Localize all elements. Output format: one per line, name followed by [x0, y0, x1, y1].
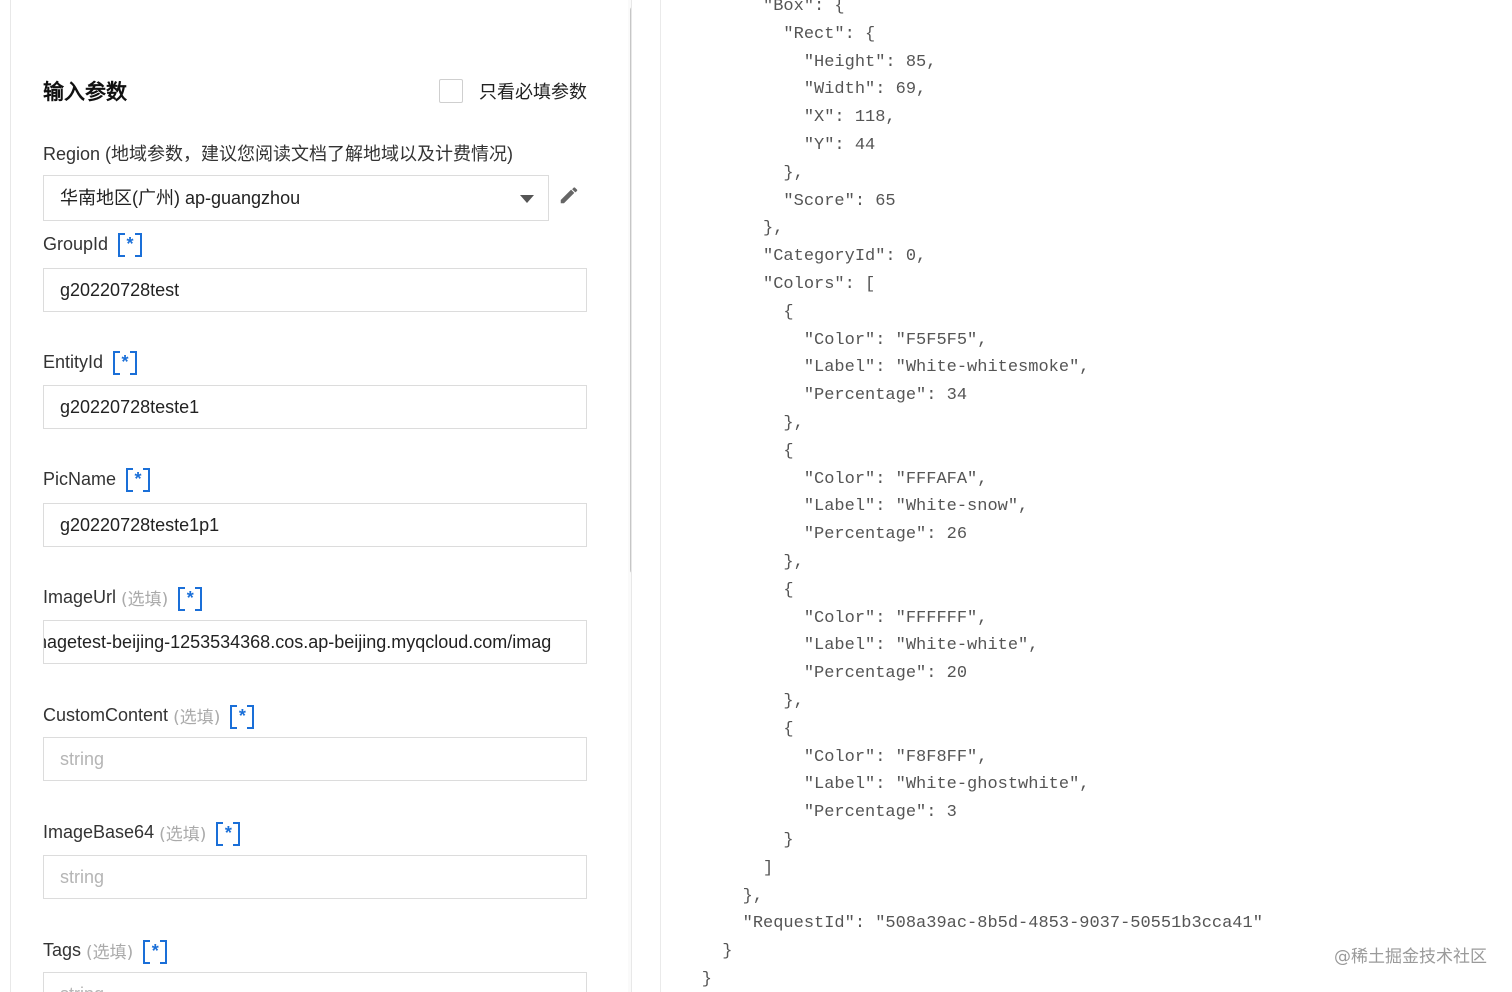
tags-input[interactable]: string	[43, 972, 587, 992]
field-name: PicName	[43, 468, 117, 489]
json-line: "Percentage": 34	[661, 386, 968, 406]
entityid-label: EntityId *	[43, 351, 138, 375]
json-line: "Label": "White-whitesmoke",	[661, 358, 1090, 378]
json-line: ]	[661, 858, 774, 878]
json-line: }	[661, 969, 713, 989]
required-only-toggle[interactable]: 只看必填参数	[439, 78, 587, 104]
field-name: Tags	[43, 940, 82, 960]
optional-tag: (选填)	[121, 590, 169, 610]
json-line: "Percentage": 3	[661, 803, 957, 823]
json-line: "Percentage": 20	[661, 664, 968, 684]
json-line: "Y": 44	[661, 135, 876, 155]
json-line: {	[661, 580, 794, 600]
json-line: "Score": 65	[661, 191, 896, 211]
region-select[interactable]: 华南地区(广州) ap-guangzhou	[43, 175, 549, 221]
json-line: },	[661, 163, 804, 183]
field-name: ImageBase64	[43, 822, 155, 842]
picname-input[interactable]: g20220728teste1p1	[43, 503, 587, 547]
json-line: "Percentage": 26	[661, 525, 968, 545]
json-line: "Color": "FFFAFA",	[661, 469, 988, 489]
json-line: "Color": "FFFFFF",	[661, 608, 988, 628]
json-line: },	[661, 691, 804, 711]
required-marker-icon[interactable]: *	[216, 821, 241, 846]
field-name: ImageUrl	[43, 587, 117, 607]
json-line: {	[661, 441, 794, 461]
json-line: {	[661, 302, 794, 322]
imagebase64-label: ImageBase64 (选填) *	[43, 820, 241, 846]
chevron-down-icon	[520, 195, 534, 203]
input-params-panel: 输入参数 只看必填参数 Region (地域参数，建议您阅读文档了解地域以及计费…	[10, 0, 632, 992]
picname-label: PicName *	[43, 468, 151, 492]
optional-tag: (选填)	[159, 825, 207, 845]
required-marker-icon[interactable]: *	[118, 233, 143, 257]
json-line: },	[661, 413, 804, 433]
field-name: CustomContent	[43, 705, 169, 725]
groupid-label: GroupId *	[43, 233, 143, 257]
json-line: }	[661, 830, 794, 850]
json-line: "RequestId": "508a39ac-8b5d-4853-9037-50…	[661, 914, 1263, 934]
json-line: "CategoryId": 0,	[661, 247, 927, 267]
scrollbar-thumb[interactable]	[630, 6, 631, 574]
field-name: EntityId	[43, 351, 104, 372]
groupid-input[interactable]: g20220728test	[43, 268, 587, 312]
panel-title: 输入参数	[43, 80, 127, 104]
pencil-icon[interactable]	[558, 184, 580, 206]
json-line: },	[661, 219, 784, 239]
optional-tag: (选填)	[173, 708, 221, 728]
json-code-block: "Box": { "Rect": { "Height": 85, "Width"…	[661, 0, 1263, 992]
response-json-panel: "Box": { "Rect": { "Height": 85, "Width"…	[660, 0, 1512, 992]
watermark: @稀土掘金技术社区	[1334, 947, 1487, 967]
optional-tag: (选填)	[86, 943, 134, 963]
required-marker-icon[interactable]: *	[230, 704, 255, 729]
customcontent-label: CustomContent (选填) *	[43, 703, 255, 729]
customcontent-input[interactable]: string	[43, 737, 587, 781]
json-line: "X": 118,	[661, 108, 896, 128]
json-line: "Colors": [	[661, 274, 876, 294]
region-select-value: 华南地区(广州) ap-guangzhou	[60, 188, 301, 208]
entityid-input[interactable]: g20220728teste1	[43, 385, 587, 429]
required-marker-icon[interactable]: *	[178, 586, 203, 611]
imageurl-label: ImageUrl (选填) *	[43, 585, 203, 611]
required-only-label: 只看必填参数	[479, 82, 587, 103]
required-marker-icon[interactable]: *	[143, 939, 168, 964]
json-line: "Width": 69,	[661, 80, 927, 100]
json-line: {	[661, 719, 794, 739]
tags-label: Tags (选填) *	[43, 938, 168, 964]
json-line: },	[661, 886, 764, 906]
required-marker-icon[interactable]: *	[126, 468, 151, 492]
json-line: "Rect": {	[661, 24, 876, 44]
json-line: "Label": "White-snow",	[661, 497, 1029, 517]
json-line: },	[661, 552, 804, 572]
region-label: Region (地域参数，建议您阅读文档了解地域以及计费情况)	[43, 144, 514, 164]
json-line: "Label": "White-white",	[661, 636, 1039, 656]
imagebase64-input[interactable]: string	[43, 855, 587, 899]
required-marker-icon[interactable]: *	[113, 351, 138, 375]
json-line: "Box": {	[661, 0, 845, 16]
json-line: "Height": 85,	[661, 52, 937, 72]
json-line: "Label": "White-ghostwhite",	[661, 775, 1090, 795]
json-line: "Color": "F5F5F5",	[661, 330, 988, 350]
field-name: GroupId	[43, 233, 109, 254]
required-only-checkbox[interactable]	[439, 79, 463, 103]
json-line: "Color": "F8F8FF",	[661, 747, 988, 767]
json-line: }	[661, 942, 733, 962]
imageurl-input[interactable]: nagetest-beijing-1253534368.cos.ap-beiji…	[43, 620, 587, 664]
